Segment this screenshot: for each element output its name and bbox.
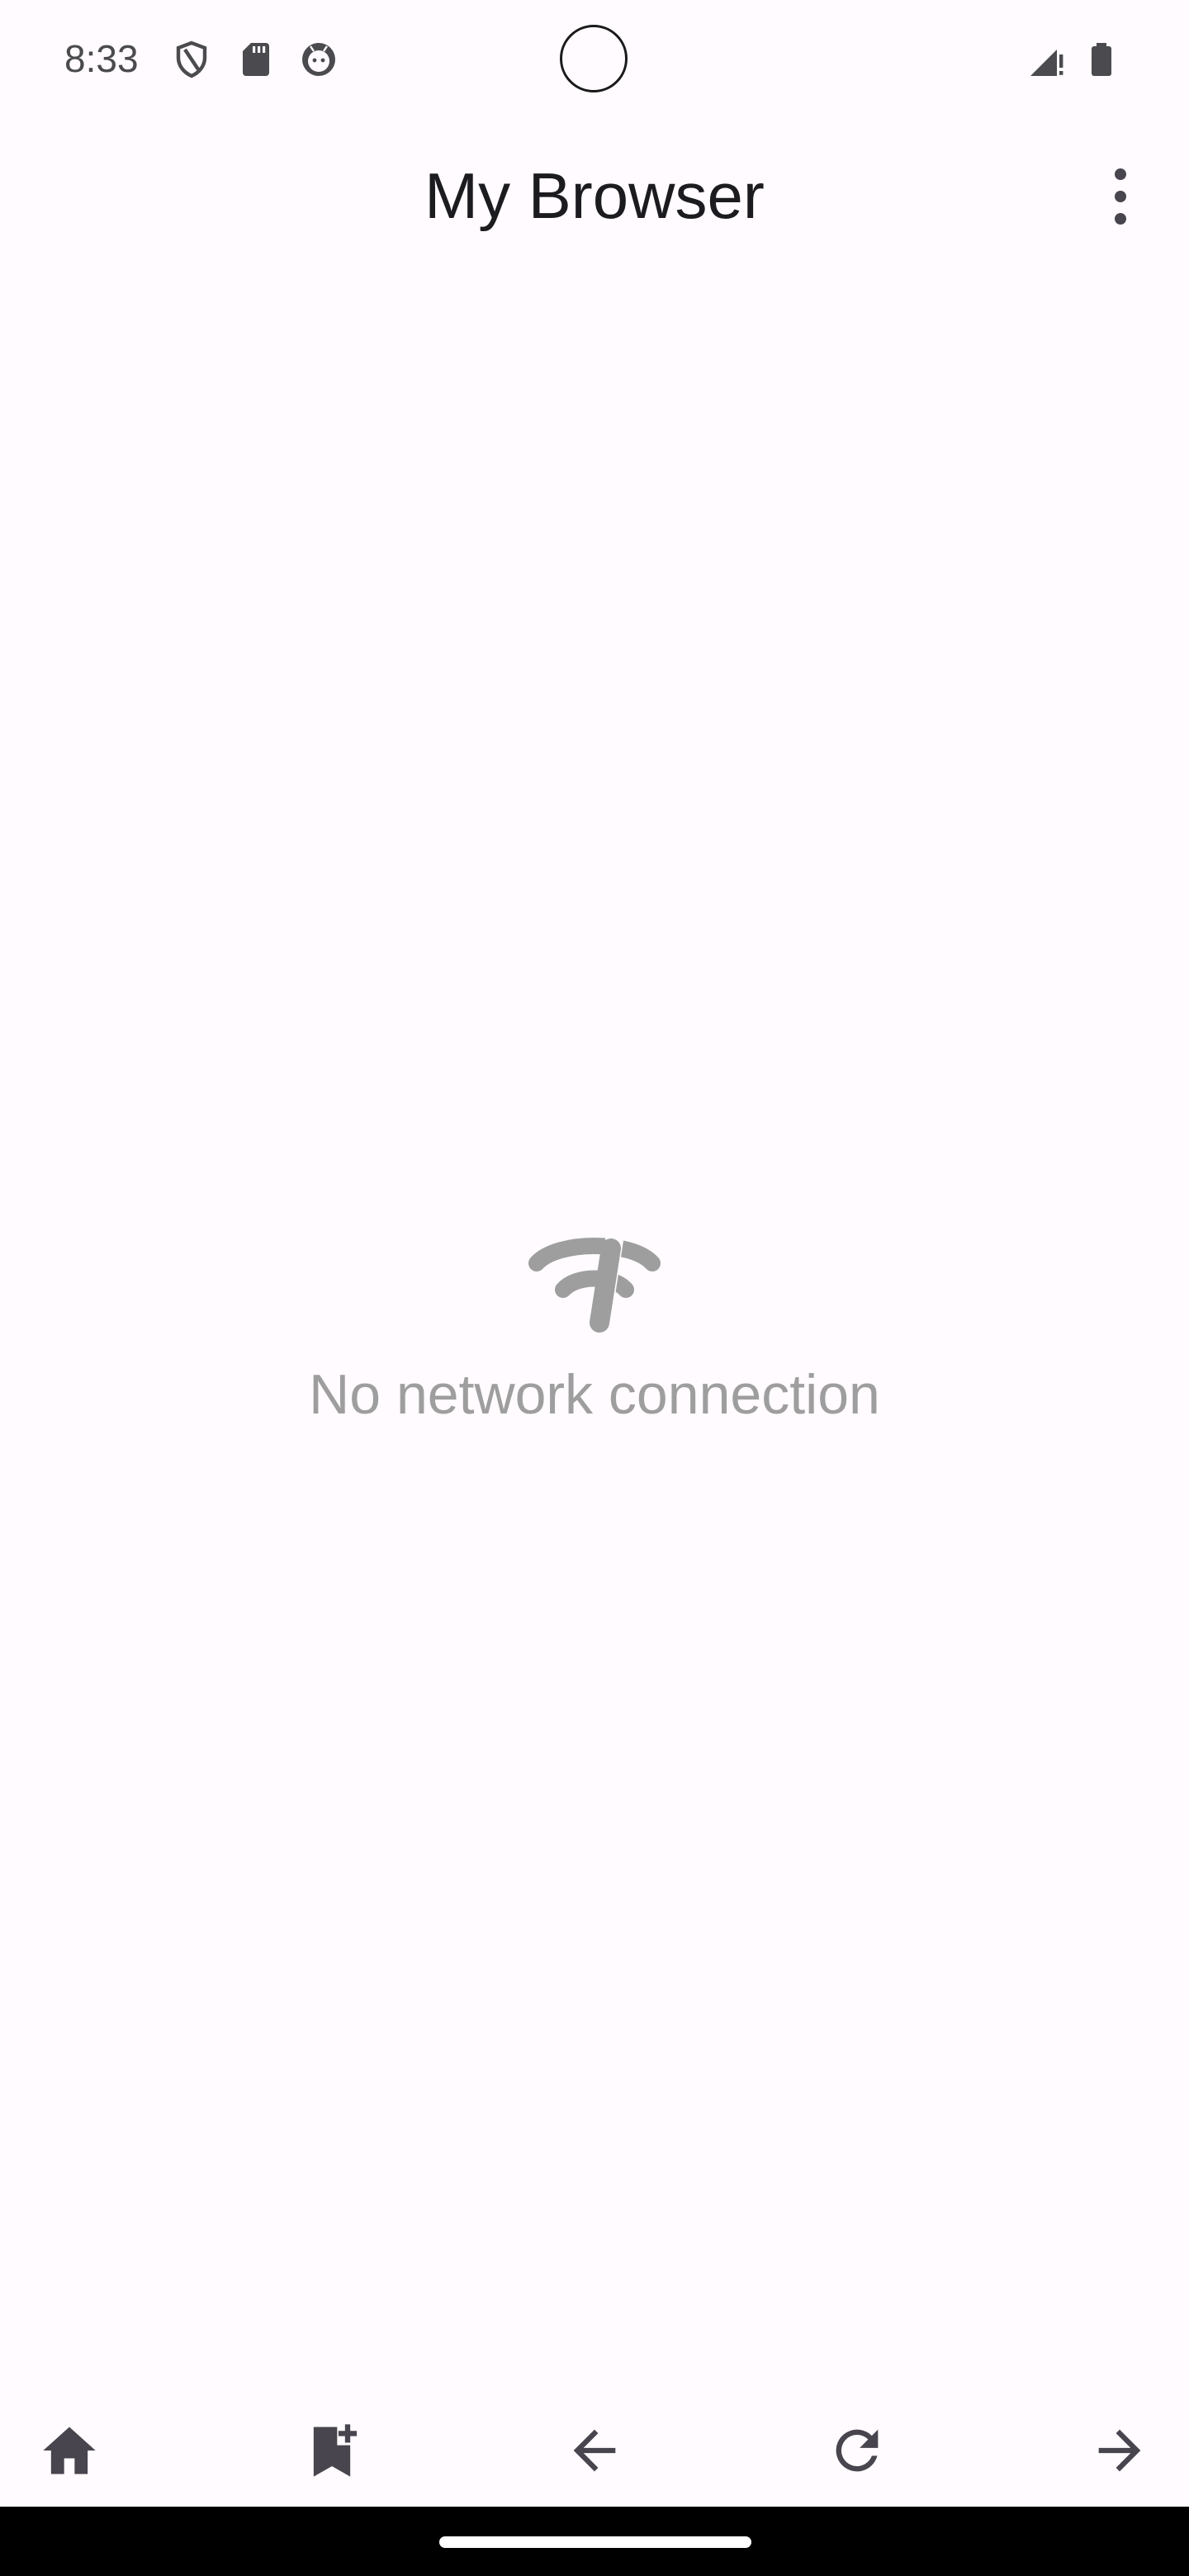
bookmark-add-icon <box>313 2424 358 2477</box>
home-button[interactable] <box>28 2409 111 2492</box>
bottom-toolbar <box>0 2394 1189 2510</box>
app-bar: My Browser <box>0 140 1189 256</box>
arrow-forward-icon <box>1098 2429 1141 2472</box>
signal-icon <box>1030 50 1063 76</box>
refresh-icon <box>836 2429 879 2472</box>
shield-icon <box>176 40 207 78</box>
no-network-message: No network connection <box>309 1363 880 1426</box>
android-face-icon <box>302 43 335 76</box>
gesture-nav-bar <box>0 2507 1189 2576</box>
refresh-button[interactable] <box>816 2409 898 2492</box>
more-vert-icon[interactable] <box>1095 162 1144 231</box>
camera-cutout <box>560 25 628 92</box>
status-time: 8:33 <box>64 37 139 80</box>
home-icon <box>43 2427 96 2474</box>
empty-state: No network connection <box>0 1230 1189 1445</box>
sd-card-icon <box>243 43 269 76</box>
back-button[interactable] <box>553 2409 636 2492</box>
browser-screen: 8:33 My Browser No network connection <box>0 0 1189 2576</box>
app-title: My Browser <box>424 159 765 232</box>
home-gesture-handle[interactable] <box>439 2536 751 2548</box>
wifi-off-icon <box>528 1231 661 1337</box>
bookmark-add-button[interactable] <box>291 2409 373 2492</box>
arrow-back-icon <box>573 2429 616 2472</box>
forward-button[interactable] <box>1078 2409 1161 2492</box>
battery-icon <box>1092 43 1111 76</box>
status-bar: 8:33 <box>0 0 1189 116</box>
